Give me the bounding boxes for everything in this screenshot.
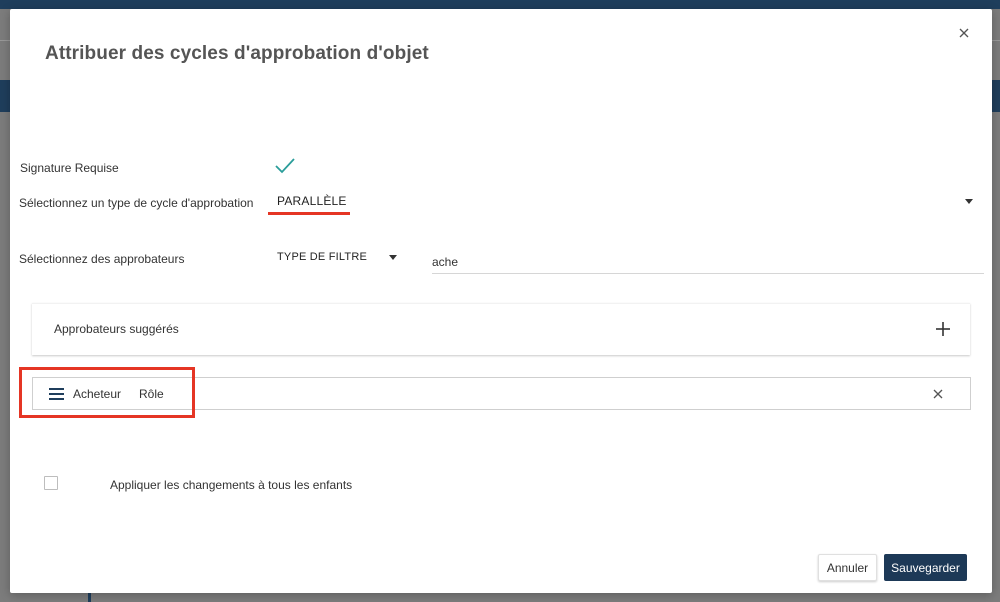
suggested-approvers-title: Approbateurs suggérés [54,322,179,336]
apply-children-label: Appliquer les changements à tous les enf… [110,478,353,492]
background-divider-right [992,40,1000,41]
background-topbar [0,0,1000,9]
save-button[interactable]: Sauvegarder [884,554,967,581]
remove-icon[interactable] [932,388,944,400]
approvers-label: Sélectionnez des approbateurs [19,252,185,266]
cycle-type-underline [268,212,350,215]
cancel-button[interactable]: Annuler [818,554,877,581]
chevron-down-icon [389,255,397,260]
approver-type: Rôle [139,387,164,401]
approver-list-item: Acheteur Rôle [32,377,971,410]
close-button[interactable] [956,25,972,41]
hamburger-icon[interactable] [49,388,65,400]
approval-cycle-dialog: Attribuer des cycles d'approbation d'obj… [10,9,992,593]
background-band-left [0,80,10,112]
background-divider-left [0,40,10,41]
signature-label: Signature Requise [20,161,119,175]
approver-search-input[interactable] [432,247,984,274]
filter-type-select[interactable]: TYPE DE FILTRE [268,245,400,267]
close-icon [959,28,969,38]
background-band-right [992,80,1000,112]
approver-name: Acheteur [73,387,122,401]
cycle-type-label: Sélectionnez un type de cycle d'approbat… [19,196,254,210]
suggested-approvers-panel[interactable]: Approbateurs suggérés [32,303,970,355]
dialog-title: Attribuer des cycles d'approbation d'obj… [45,43,429,64]
plus-icon[interactable] [935,321,951,337]
filter-type-value: TYPE DE FILTRE [277,251,367,263]
background-line-bottom [88,592,91,602]
cycle-type-value: PARALLÈLE [277,194,347,208]
chevron-down-icon [965,199,973,204]
apply-children-checkbox[interactable] [44,476,58,490]
check-icon[interactable] [274,156,296,176]
cycle-type-select[interactable]: PARALLÈLE [268,189,978,215]
